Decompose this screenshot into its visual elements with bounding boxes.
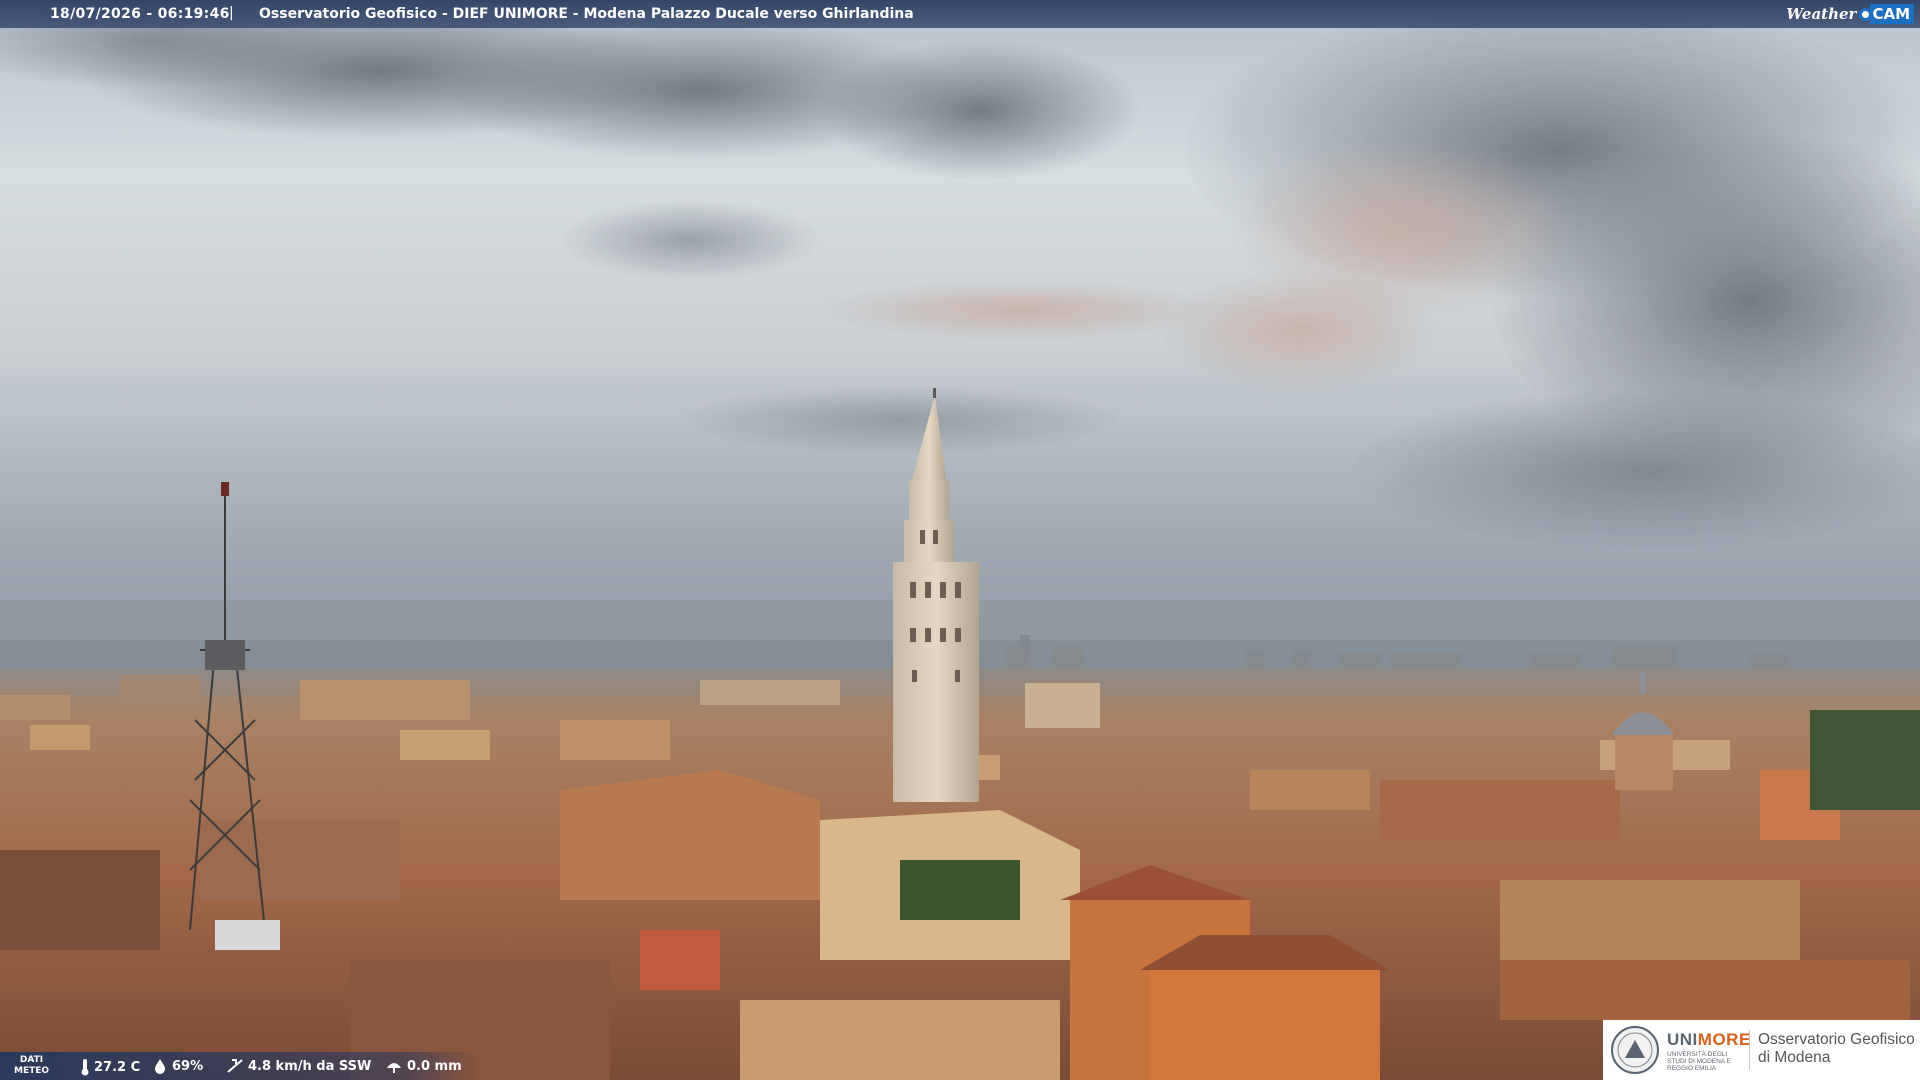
wind-icon	[227, 1059, 243, 1073]
brand-word: Weather	[1786, 5, 1857, 23]
temperature-reading: 27.2 C	[80, 1058, 140, 1076]
webcam-frame: 18/07/2026 - 06:19:46 | Osservatorio Geo…	[0, 0, 1920, 1080]
caption-bar: 18/07/2026 - 06:19:46 | Osservatorio Geo…	[0, 0, 1920, 28]
webcam-image	[0, 0, 1920, 1080]
humidity-reading: 69%	[152, 1058, 203, 1074]
wind-reading: 4.8 km/h da SSW	[226, 1058, 371, 1074]
rain-icon	[387, 1063, 401, 1073]
brand-cam: CAM	[1870, 4, 1914, 24]
weather-strip: DATI METEO 27.2 C 69% 4.8 km/h da SSW 0.…	[0, 1052, 480, 1080]
caption-separator: |	[229, 5, 234, 21]
thermometer-icon	[81, 1059, 89, 1076]
observatory-name: Osservatorio Geofisico di Modena	[1758, 1031, 1915, 1066]
humidity-icon	[155, 1059, 165, 1074]
timestamp: 18/07/2026 - 06:19:46	[50, 6, 230, 22]
unimore-subtitle: UNIVERSITÀ DEGLI STUDI DI MODENA E REGGI…	[1667, 1051, 1731, 1072]
camera-title: Osservatorio Geofisico - DIEF UNIMORE - …	[259, 6, 914, 22]
university-seal-icon	[1611, 1026, 1659, 1074]
unimore-wordmark: UNIMORE	[1667, 1030, 1751, 1049]
logo-divider	[1749, 1030, 1750, 1070]
weathercam-logo: Weather CAM	[1786, 3, 1914, 25]
dati-meteo-label: DATI METEO	[14, 1055, 50, 1076]
rain-reading: 0.0 mm	[385, 1058, 462, 1074]
unimore-logo-panel: UNIMORE UNIVERSITÀ DEGLI STUDI DI MODENA…	[1603, 1020, 1920, 1080]
